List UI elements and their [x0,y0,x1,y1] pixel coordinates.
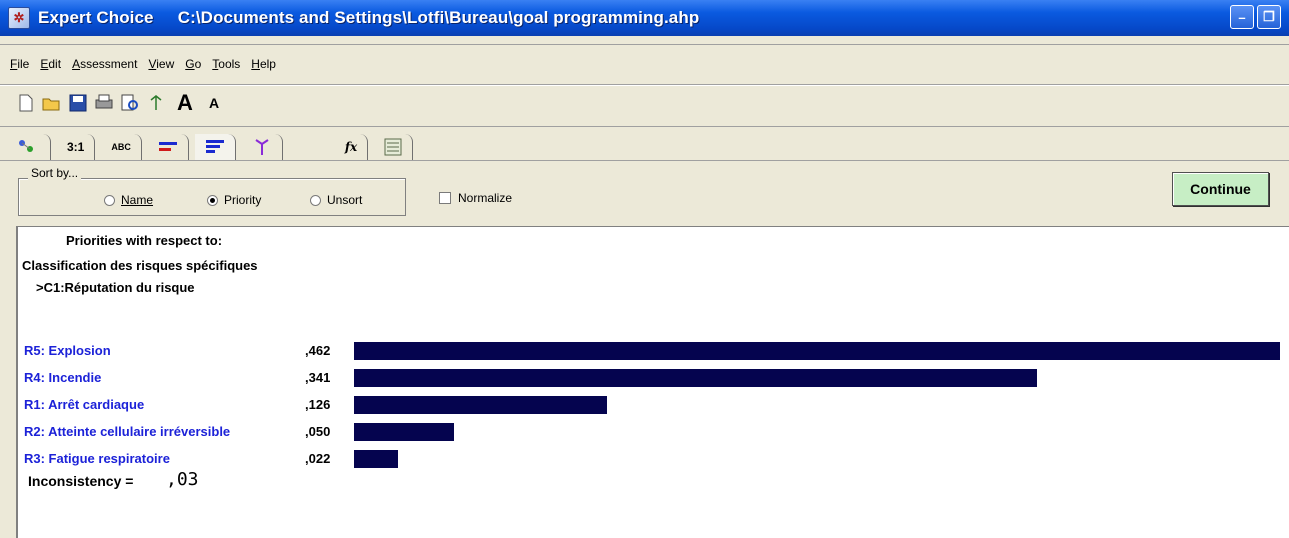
radio-dot-selected [207,194,218,206]
priority-bar [354,423,454,441]
sort-legend: Sort by... [28,166,82,180]
alternative-label[interactable]: R1: Arrêt cardiaque [24,397,144,412]
priority-value: ,462 [305,343,331,358]
new-icon[interactable] [16,93,36,113]
normalize-checkbox[interactable]: Normalize [439,191,512,205]
divider [0,160,1289,161]
alternative-label[interactable]: R2: Atteinte cellulaire irréversible [24,424,230,439]
inconsistency-label: Inconsistency = [28,473,134,489]
normalize-label: Normalize [458,191,513,205]
menu-bar: File Edit Assessment View Go Tools Help [10,57,276,71]
tree-icon[interactable] [146,93,166,113]
sort-priority-radio[interactable]: Priority [207,193,261,207]
tab-synthesis[interactable] [242,134,283,160]
toolbar: A A [16,90,224,115]
minimize-button[interactable]: – [1230,5,1254,29]
priority-bar [354,396,607,414]
menu-assessment[interactable]: Assessment [72,57,137,71]
priority-bar [354,369,1037,387]
alternative-label[interactable]: R3: Fatigue respiratoire [24,451,170,466]
priority-bar [354,450,398,468]
radio-dot [104,194,115,206]
menu-help[interactable]: Help [251,57,276,71]
view-tabs: 3:1 ABC fx [8,134,419,160]
divider [0,44,1289,45]
graphical-bars-icon [158,142,177,151]
sort-unsort-radio[interactable]: Unsort [310,193,362,207]
priority-value: ,126 [305,397,331,412]
priority-value: ,050 [305,424,331,439]
font-smaller-icon[interactable]: A [204,93,224,113]
checkbox-box [439,192,451,204]
open-icon[interactable] [42,93,62,113]
priorities-heading: Priorities with respect to: [66,233,223,248]
inconsistency-value: ,03 [166,469,199,490]
sort-unsort-label: Unsort [327,193,363,207]
tab-verbal[interactable]: ABC [101,134,142,160]
divider [0,85,1289,86]
menu-file[interactable]: File [10,57,29,71]
title-bar: ✲ Expert Choice C:\Documents and Setting… [0,0,1289,36]
menu-edit[interactable]: Edit [40,57,61,71]
tab-table[interactable] [374,134,414,160]
sort-name-radio[interactable]: Name [104,193,153,207]
print-preview-icon[interactable] [120,93,140,113]
node-name: >C1:Réputation du risque [36,280,195,295]
priority-value: ,022 [305,451,331,466]
print-icon[interactable] [94,93,114,113]
window-title: Expert Choice C:\Documents and Settings\… [38,8,700,27]
tree-view-icon [19,140,33,152]
priority-value: ,341 [305,370,331,385]
priority-bar [354,342,1280,360]
radio-dot [310,194,321,206]
tab-spacer [289,134,335,160]
synthesis-icon [255,139,269,155]
alternative-label[interactable]: R4: Incendie [24,370,101,385]
priorities-panel: Priorities with respect to: Classificati… [16,226,1289,538]
tab-priorities[interactable] [194,134,236,160]
menu-tools[interactable]: Tools [212,57,240,71]
save-icon[interactable] [68,93,88,113]
table-icon [384,138,402,156]
alternative-label[interactable]: R5: Explosion [24,343,111,358]
priorities-bars-icon [205,140,224,153]
divider [0,126,1289,127]
restore-button[interactable]: ❐ [1257,5,1281,29]
tab-tree[interactable] [8,134,51,160]
continue-button[interactable]: Continue [1172,172,1269,206]
sort-priority-label: Priority [224,193,262,207]
font-larger-icon[interactable]: A [172,90,198,115]
menu-view[interactable]: View [148,57,174,71]
tab-formula[interactable]: fx [335,134,369,160]
app-icon: ✲ [8,7,30,29]
goal-name: Classification des risques spécifiques [22,258,258,273]
sort-name-label: Name [121,193,154,207]
menu-go[interactable]: Go [185,57,201,71]
tab-numerical[interactable]: 3:1 [57,134,96,160]
tab-graphical[interactable] [148,134,189,160]
